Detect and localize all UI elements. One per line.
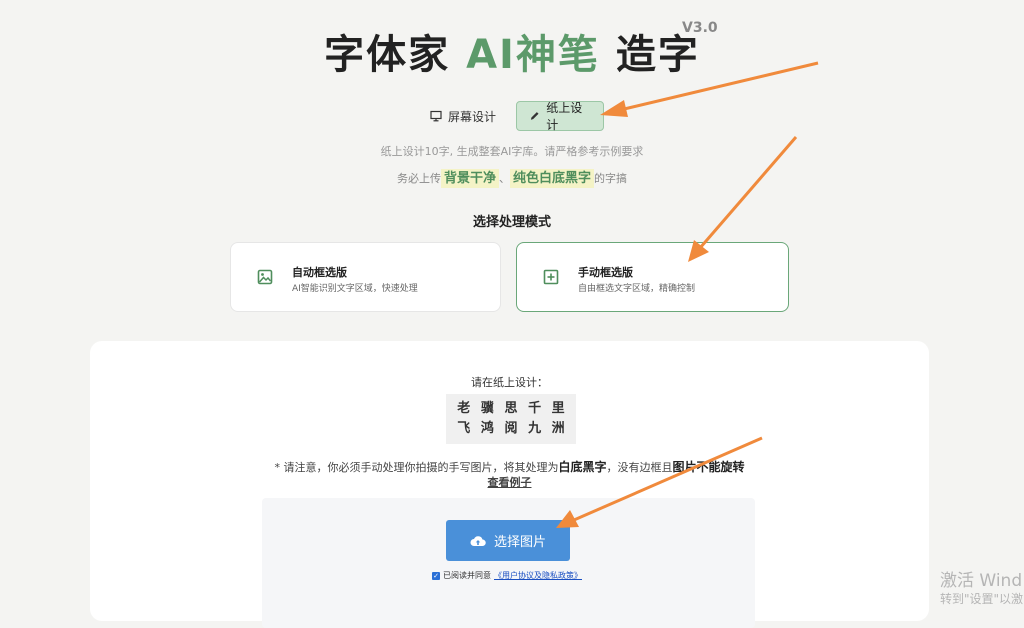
char: 骥 [480,401,494,416]
hint-line2: 务必上传 背景干净、纯色白底黑字 的字搞 [0,167,1024,188]
highlight-clean-bg: 背景干净 [440,169,499,188]
pencil-icon [530,112,539,120]
sample-characters: 老 骥 思 千 里 飞 鸿 阅 九 洲 [446,394,576,444]
char: 飞 [457,421,471,436]
processing-note: * 请注意，你必须手动处理你拍摄的手写图片，将其处理为白底黑字，没有边框且图片不… [90,458,929,475]
mode-auto-desc: AI智能识别文字区域，快速处理 [292,284,418,294]
agree-text: 已阅读并同意 [443,571,491,580]
mode-auto-title: 自动框选版 [292,266,347,279]
note-mid: ，没有边框且 [606,461,673,474]
hint-prefix: 务必上传 [396,172,441,185]
chars-row-1: 老 骥 思 千 里 [446,399,576,419]
note-bold-no-rotate: 图片不能旋转 [672,460,745,474]
highlight-white-black: 纯色白底黑字 [510,169,595,188]
page-title: 字体家 AI神笔 造字 [0,22,1024,80]
hint-separator: 、 [499,172,510,185]
design-prompt: 请在纸上设计： [471,376,548,389]
select-image-label: 选择图片 [493,535,546,550]
select-image-button[interactable]: 选择图片 [446,520,570,561]
plus-square-icon [543,269,559,285]
title-part1: 字体家 [324,32,467,78]
note-prefix: * 请注意，你必须手动处理你拍摄的手写图片，将其处理为 [274,461,559,474]
char: 老 [457,401,471,416]
image-icon [257,269,273,285]
agreement: ✓ 已阅读并同意 《用户协议及隐私政策》 [432,570,582,581]
char: 九 [528,421,542,436]
mode-manual-title: 手动框选版 [578,266,633,279]
tab-screen-design[interactable]: 屏幕设计 [418,101,510,131]
activation-watermark-line1: 激活 Wind [940,571,1023,591]
mode-heading: 选择处理模式 [472,215,551,230]
policy-link[interactable]: 《用户协议及隐私政策》 [494,570,582,581]
hint-line1: 纸上设计10字, 生成整套AI字库。请严格参考示例要求 [380,145,644,158]
tab-screen-label: 屏幕设计 [448,109,497,124]
char: 思 [504,401,518,416]
char: 阅 [504,421,518,436]
char: 里 [551,401,565,416]
title-part2: 造字 [599,32,700,78]
hint-suffix: 的字搞 [594,172,628,185]
mode-card-manual[interactable]: 手动框选版 自由框选文字区域，精确控制 [516,242,789,312]
example-link-wrap: 查看例子 [90,474,929,490]
agree-checkbox[interactable]: ✓ [432,571,440,580]
example-link[interactable]: 查看例子 [488,476,532,489]
mode-card-auto[interactable]: 自动框选版 AI智能识别文字区域，快速处理 [230,242,501,312]
title-ai: AI神笔 [466,32,600,78]
upload-panel: 请在纸上设计： 老 骥 思 千 里 飞 鸿 阅 九 洲 * 请注意，你必须手动处… [90,341,929,628]
note-bold-white-black: 白底黑字 [558,460,607,474]
char: 鸿 [480,421,494,436]
char: 千 [528,401,542,416]
version-badge: V3.0 [682,20,718,36]
tab-paper-label: 纸上设计 [546,101,583,132]
monitor-icon [430,110,442,122]
tab-paper-design[interactable]: 纸上设计 [516,101,604,132]
cloud-upload-icon [470,535,486,546]
char: 洲 [551,421,565,436]
chars-row-2: 飞 鸿 阅 九 洲 [446,419,576,439]
upload-dropzone[interactable]: 选择图片 ✓ 已阅读并同意 《用户协议及隐私政策》 [262,498,755,628]
activation-watermark-line2: 转到"设置"以激 [940,592,1024,606]
mode-manual-desc: 自由框选文字区域，精确控制 [578,284,696,294]
